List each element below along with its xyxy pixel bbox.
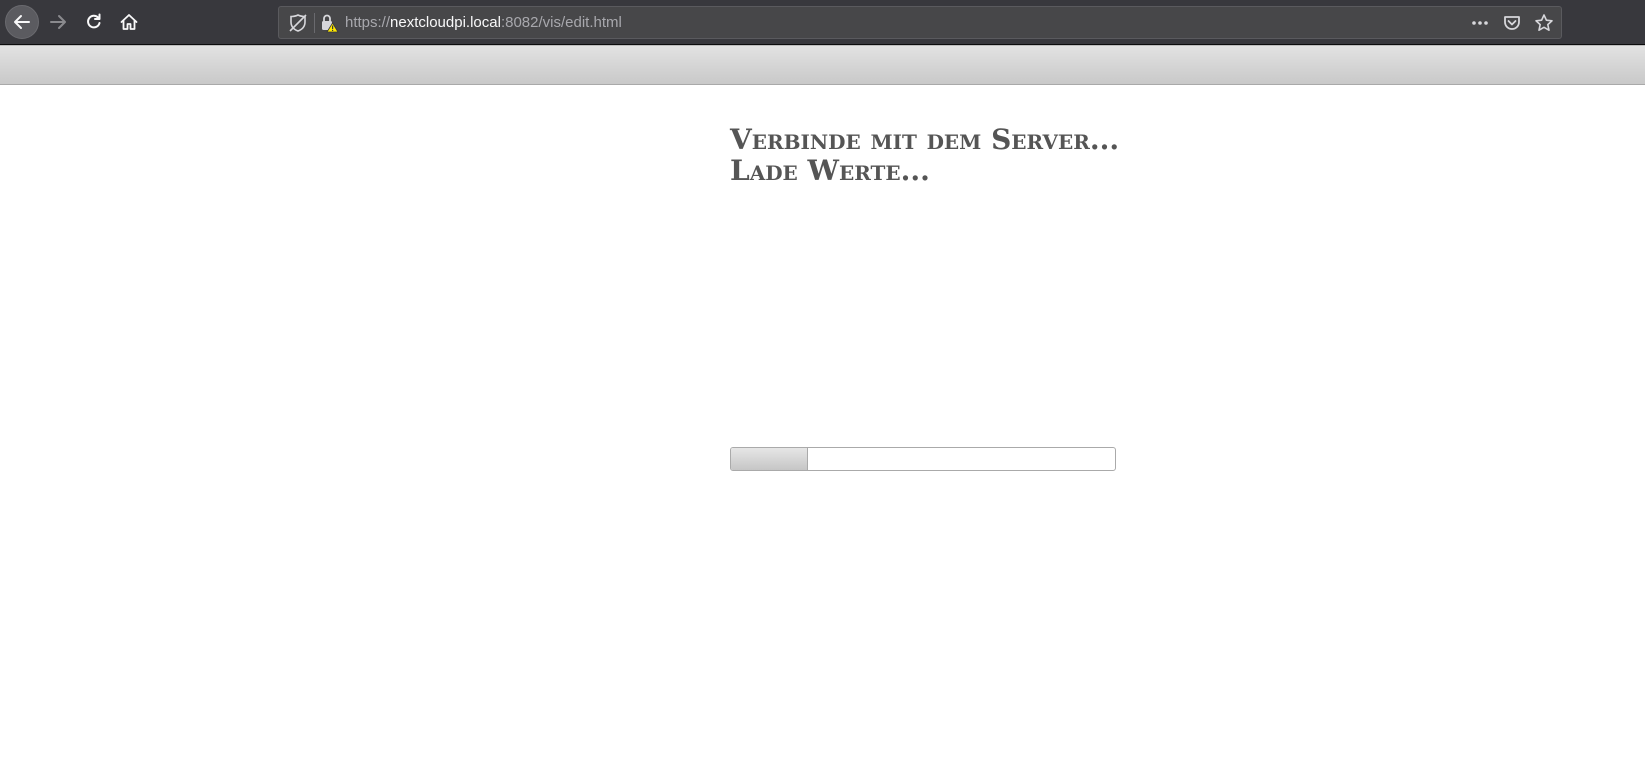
url-scheme: https:// <box>345 14 391 31</box>
url-host: nextcloudpi.local <box>390 14 501 31</box>
pocket-button[interactable] <box>1501 12 1523 34</box>
lock-warning-icon[interactable] <box>319 13 339 33</box>
url-path: :8082/vis/edit.html <box>500 14 622 31</box>
forward-button[interactable] <box>42 6 74 38</box>
app-header-bar <box>0 45 1645 85</box>
browser-toolbar: https://nextcloudpi.local:8082/vis/edit.… <box>0 0 1645 45</box>
tracking-protection-icon[interactable] <box>288 13 308 33</box>
loading-message-connecting: Verbinde mit dem Server... <box>730 123 1120 156</box>
loading-progress-fill <box>731 448 808 470</box>
arrow-right-icon <box>50 15 66 29</box>
loading-message-values: Lade Werte... <box>730 154 930 187</box>
back-button[interactable] <box>5 5 39 39</box>
reload-icon <box>87 13 101 29</box>
loading-progress-bar <box>730 447 1116 471</box>
url-actions <box>1469 11 1555 35</box>
reload-button[interactable] <box>78 6 110 38</box>
home-icon <box>120 14 138 30</box>
pocket-icon <box>1504 16 1520 30</box>
url-divider <box>314 13 315 33</box>
url-text[interactable]: https://nextcloudpi.local:8082/vis/edit.… <box>345 14 622 32</box>
arrow-left-icon <box>14 15 30 29</box>
home-button[interactable] <box>113 6 145 38</box>
more-actions-icon <box>1472 21 1488 25</box>
url-bar[interactable]: https://nextcloudpi.local:8082/vis/edit.… <box>278 6 1562 39</box>
star-icon <box>1535 14 1553 31</box>
bookmark-button[interactable] <box>1533 12 1555 34</box>
loading-messages: Verbinde mit dem Server... Lade Werte... <box>730 124 1430 186</box>
more-actions-button[interactable] <box>1469 12 1491 34</box>
